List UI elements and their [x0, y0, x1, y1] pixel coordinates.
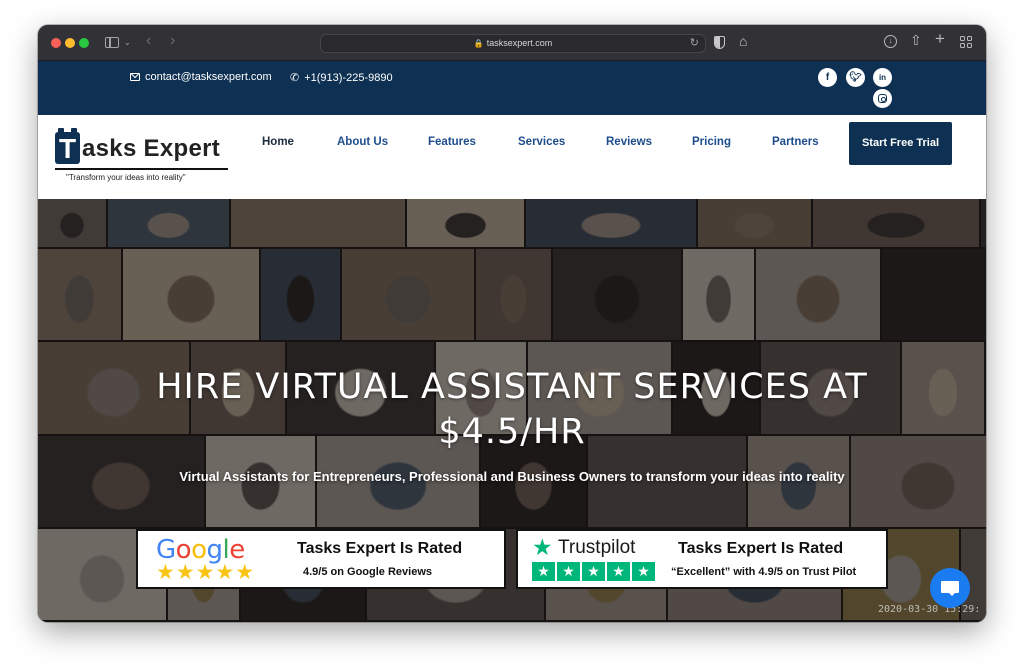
minimize-window-button[interactable] [65, 38, 75, 48]
close-window-button[interactable] [51, 38, 61, 48]
reload-icon[interactable]: ↻ [690, 35, 699, 52]
contact-phone[interactable]: ✆ +1(913)-225-9890 [290, 71, 393, 85]
google-badge-subtitle: 4.9/5 on Google Reviews [303, 566, 432, 578]
star-icon: ★ [607, 562, 630, 581]
nav-services[interactable]: Services [518, 136, 565, 148]
nav-pricing[interactable]: Pricing [692, 136, 731, 148]
sidebar-icon[interactable] [105, 37, 119, 48]
hero-headline: HIRE VIRTUAL ASSISTANT SERVICES AT $4.5/… [38, 365, 986, 455]
trustpilot-stars: ★ ★ ★ ★ ★ [532, 562, 655, 581]
shield-icon[interactable] [714, 36, 725, 49]
nav-about-us[interactable]: About Us [337, 136, 388, 148]
contact-bar: contact@tasksexpert.com ✆ +1(913)-225-98… [38, 61, 986, 115]
back-icon[interactable]: ‹ [146, 33, 151, 49]
google-stars-icon: ★★★★★ [156, 561, 256, 584]
facebook-icon[interactable]: f [818, 68, 837, 87]
chevron-down-icon[interactable]: ⌄ [124, 36, 131, 50]
phone-link[interactable]: +1(913)-225-9890 [304, 72, 392, 84]
browser-window: ⌄ ‹ › 🔒 tasksexpert.com ↻ ⌂ ↓ ⇧ + contact… [38, 25, 986, 622]
google-rating-badge[interactable]: Google ★★★★★ Tasks Expert Is Rated 4.9/5… [136, 529, 506, 589]
chat-widget-button[interactable] [930, 568, 970, 608]
logo-clipboard-icon: T [55, 128, 80, 164]
logo-divider [55, 168, 228, 170]
headline-line-1: HIRE VIRTUAL ASSISTANT SERVICES AT [156, 367, 868, 407]
star-icon: ★ [532, 562, 555, 581]
headline-price: $4.5/HR [438, 412, 586, 452]
address-bar[interactable]: 🔒 tasksexpert.com ↻ [320, 34, 706, 53]
hero-section: HIRE VIRTUAL ASSISTANT SERVICES AT $4.5/… [38, 199, 986, 622]
contact-email[interactable]: contact@tasksexpert.com [130, 71, 272, 83]
nav-features[interactable]: Features [428, 136, 476, 148]
linkedin-icon[interactable]: in [873, 68, 892, 87]
nav-reviews[interactable]: Reviews [606, 136, 652, 148]
lock-icon: 🔒 [473, 39, 484, 48]
email-link[interactable]: contact@tasksexpert.com [145, 71, 272, 83]
download-icon[interactable]: ↓ [884, 35, 897, 48]
zoom-window-button[interactable] [79, 38, 89, 48]
logo-text: asks Expert [82, 135, 221, 162]
trustpilot-rating-badge[interactable]: ★ Trustpilot ★ ★ ★ ★ ★ Tasks Expert Is R… [516, 529, 888, 589]
trustpilot-logo: Trustpilot [558, 537, 636, 558]
site-header: T asks Expert "Transform your ideas into… [38, 115, 986, 199]
forward-icon[interactable]: › [170, 33, 175, 49]
logo[interactable]: T asks Expert "Transform your ideas into… [55, 127, 233, 187]
share-icon[interactable]: ⇧ [910, 33, 922, 47]
home-icon[interactable]: ⌂ [739, 34, 747, 48]
trustpilot-badge-subtitle: “Excellent” with 4.9/5 on Trust Pilot [671, 566, 857, 578]
url-text: tasksexpert.com [486, 38, 553, 48]
tab-overview-icon[interactable] [960, 36, 972, 48]
trustpilot-star-icon: ★ [532, 534, 553, 560]
nav-home[interactable]: Home [262, 136, 294, 148]
twitter-icon[interactable]: 🐦︎ [846, 68, 865, 87]
nav-partners[interactable]: Partners [772, 136, 819, 148]
hero-subheadline: Virtual Assistants for Entrepreneurs, Pr… [179, 469, 845, 484]
instagram-icon[interactable] [873, 89, 892, 108]
new-tab-icon[interactable]: + [935, 30, 945, 47]
phone-icon: ✆ [290, 72, 300, 84]
google-badge-title: Tasks Expert Is Rated [297, 540, 463, 557]
start-free-trial-button[interactable]: Start Free Trial [849, 122, 952, 165]
star-icon: ★ [557, 562, 580, 581]
trustpilot-badge-title: Tasks Expert Is Rated [678, 540, 844, 557]
browser-toolbar: ⌄ ‹ › 🔒 tasksexpert.com ↻ ⌂ ↓ ⇧ + [38, 25, 986, 61]
video-timestamp: 2020-03-30 15:29: [878, 604, 981, 615]
mail-icon [130, 73, 140, 81]
logo-tagline: "Transform your ideas into reality" [66, 173, 186, 182]
star-icon: ★ [632, 562, 655, 581]
star-icon: ★ [582, 562, 605, 581]
